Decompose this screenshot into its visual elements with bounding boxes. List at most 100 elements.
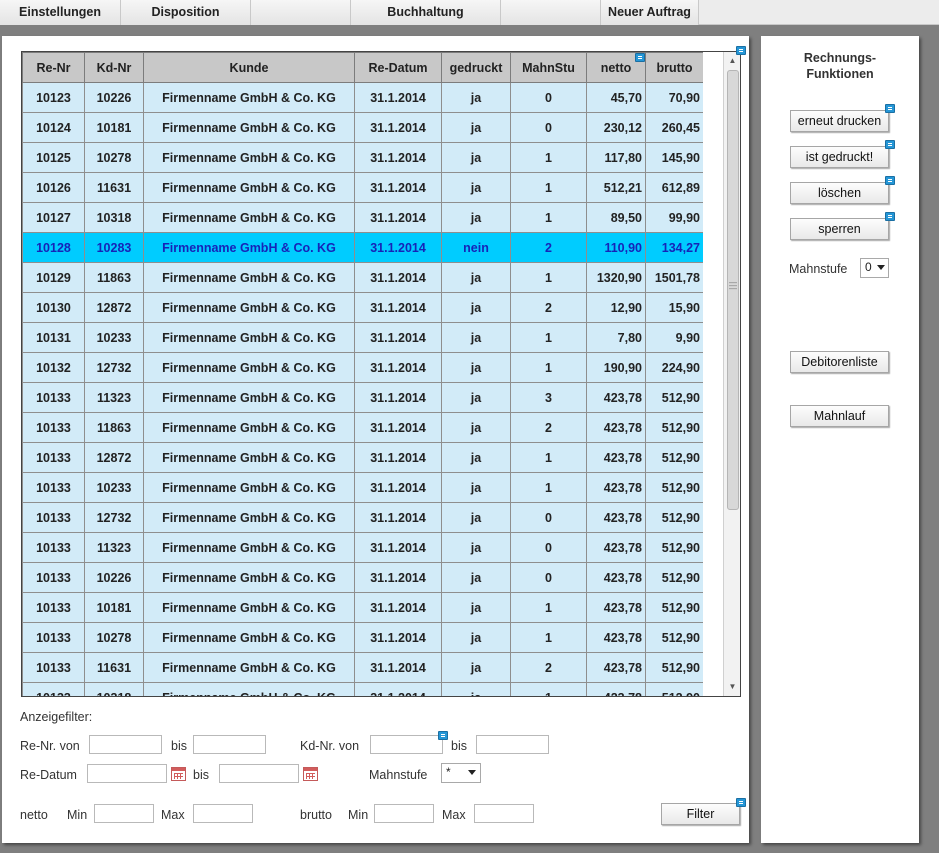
- table-row[interactable]: 10127 10318 Firmenname GmbH & Co. KG 31.1.2…: [22, 202, 703, 233]
- table-row[interactable]: 10133 11323 Firmenname GmbH & Co. KG 31.1.2…: [22, 532, 703, 563]
- cell-re-nr: 10127: [22, 202, 85, 233]
- cell-re-nr: 10133: [22, 652, 85, 683]
- note-icon[interactable]: [736, 46, 746, 55]
- cell-kd-nr: 11863: [84, 412, 144, 443]
- header-kd-nr[interactable]: Kd-Nr: [84, 52, 144, 83]
- table-row[interactable]: 10129 11863 Firmenname GmbH & Co. KG 31.1.2…: [22, 262, 703, 293]
- scroll-thumb[interactable]: — — —: [727, 70, 739, 510]
- cell-kd-nr: 10233: [84, 322, 144, 353]
- table-row[interactable]: 10133 11863 Firmenname GmbH & Co. KG 31.1.2…: [22, 412, 703, 443]
- scroll-down-icon[interactable]: ▼: [724, 680, 740, 694]
- cell-kd-nr: 10283: [84, 232, 144, 263]
- scroll-grip-icon: — — —: [729, 278, 737, 293]
- menu-empty-1[interactable]: [251, 0, 351, 25]
- note-icon[interactable]: [885, 140, 895, 149]
- header-kunde[interactable]: Kunde: [143, 52, 355, 83]
- cell-re-nr: 10133: [22, 412, 85, 443]
- table-row[interactable]: 10133 11631 Firmenname GmbH & Co. KG 31.1.2…: [22, 652, 703, 683]
- lock-button[interactable]: sperren: [790, 218, 889, 240]
- cell-netto: 230,12: [586, 112, 646, 143]
- table-row[interactable]: 10133 10226 Firmenname GmbH & Co. KG 31.1.2…: [22, 562, 703, 593]
- header-re-datum[interactable]: Re-Datum: [354, 52, 442, 83]
- cell-kd-nr: 12732: [84, 502, 144, 533]
- scroll-up-icon[interactable]: ▲: [724, 54, 740, 68]
- redatum-from-input[interactable]: [87, 764, 167, 783]
- table-row[interactable]: 10131 10233 Firmenname GmbH & Co. KG 31.1.2…: [22, 322, 703, 353]
- table-header-row: Re-Nr Kd-Nr Kunde Re-Datum gedruckt Mahn…: [22, 52, 703, 83]
- cell-kd-nr: 10278: [84, 142, 144, 173]
- brutto-max-input[interactable]: [474, 804, 534, 823]
- table-row[interactable]: 10133 10278 Firmenname GmbH & Co. KG 31.1.2…: [22, 622, 703, 653]
- renr-from-input[interactable]: [89, 735, 162, 754]
- brutto-min-input[interactable]: [374, 804, 434, 823]
- debtors-list-button[interactable]: Debitorenliste: [790, 351, 889, 373]
- delete-button[interactable]: löschen: [790, 182, 889, 204]
- menu-einstellungen[interactable]: Einstellungen: [0, 0, 121, 25]
- cell-kd-nr: 11323: [84, 532, 144, 563]
- menu-empty-2[interactable]: [501, 0, 601, 25]
- brutto-min-label: Min: [348, 808, 369, 822]
- table-row[interactable]: 10123 10226 Firmenname GmbH & Co. KG 31.1.2…: [22, 82, 703, 113]
- cell-brutto: 224,90: [645, 352, 703, 383]
- cell-mahnstufe: 2: [510, 652, 587, 683]
- cell-netto: 512,21: [586, 172, 646, 203]
- menu-neuer-auftrag[interactable]: Neuer Auftrag: [601, 0, 699, 25]
- cell-re-datum: 31.1.2014: [354, 652, 442, 683]
- dunning-run-button[interactable]: Mahnlauf: [790, 405, 889, 427]
- header-mahnstufe[interactable]: MahnStu: [510, 52, 587, 83]
- table-row[interactable]: 1013310318Firmenname GmbH & Co. KG31.1.2…: [22, 682, 703, 696]
- header-gedruckt[interactable]: gedruckt: [441, 52, 511, 83]
- note-icon[interactable]: [885, 104, 895, 113]
- cell-kunde: Firmenname GmbH & Co. KG: [143, 352, 355, 383]
- table-row[interactable]: 10130 12872 Firmenname GmbH & Co. KG 31.1.2…: [22, 292, 703, 323]
- brutto-label: brutto: [300, 808, 332, 822]
- table-row[interactable]: 10133 10181 Firmenname GmbH & Co. KG 31.1.2…: [22, 592, 703, 623]
- renr-to-input[interactable]: [193, 735, 266, 754]
- note-icon[interactable]: [885, 176, 895, 185]
- table-row[interactable]: 10133 11323 Firmenname GmbH & Co. KG 31.1.2…: [22, 382, 703, 413]
- netto-max-input[interactable]: [193, 804, 253, 823]
- table-scrollbar[interactable]: ▲ — — — ▼: [723, 52, 740, 696]
- cell-mahnstufe: 1: [510, 472, 587, 503]
- cell-re-datum: 31.1.2014: [354, 82, 442, 113]
- menu-buchhaltung[interactable]: Buchhaltung: [351, 0, 501, 25]
- cell-gedruckt: ja: [441, 262, 511, 293]
- kdnr-to-input[interactable]: [476, 735, 549, 754]
- renr-to-label: bis: [171, 739, 187, 753]
- calendar-icon[interactable]: [303, 767, 318, 781]
- cell-kunde: Firmenname GmbH & Co. KG: [143, 292, 355, 323]
- cell-brutto: 15,90: [645, 292, 703, 323]
- cell-kd-nr: 10226: [84, 82, 144, 113]
- mahnstufe-filter-select[interactable]: *: [441, 763, 481, 783]
- table-row[interactable]: 10133 12872 Firmenname GmbH & Co. KG 31.1.2…: [22, 442, 703, 473]
- table-row[interactable]: 10132 12732 Firmenname GmbH & Co. KG 31.1.2…: [22, 352, 703, 383]
- redatum-to-input[interactable]: [219, 764, 299, 783]
- menu-disposition[interactable]: Disposition: [121, 0, 251, 25]
- table-row[interactable]: 10126 11631 Firmenname GmbH & Co. KG 31.1.2…: [22, 172, 703, 203]
- note-icon[interactable]: [635, 53, 645, 62]
- cell-kunde: Firmenname GmbH & Co. KG: [143, 142, 355, 173]
- table-row[interactable]: 10133 10233 Firmenname GmbH & Co. KG 31.1.2…: [22, 472, 703, 503]
- cell-netto: 423,78: [586, 652, 646, 683]
- cell-re-datum: 31.1.2014: [354, 562, 442, 593]
- filter-title: Anzeigefilter:: [20, 710, 93, 724]
- calendar-icon[interactable]: [171, 767, 186, 781]
- table-row[interactable]: 10124 10181 Firmenname GmbH & Co. KG 31.1.2…: [22, 112, 703, 143]
- mark-printed-button[interactable]: ist gedruckt!: [790, 146, 889, 168]
- kdnr-from-input[interactable]: [370, 735, 443, 754]
- note-icon[interactable]: [736, 798, 746, 807]
- table-row[interactable]: 10128 10283 Firmenname GmbH & Co. KG 31.1.2…: [22, 232, 703, 263]
- mahnstufe-select[interactable]: 0: [860, 258, 889, 278]
- netto-min-input[interactable]: [94, 804, 154, 823]
- note-icon[interactable]: [885, 212, 895, 221]
- table-row[interactable]: 10125 10278 Firmenname GmbH & Co. KG 31.1.2…: [22, 142, 703, 173]
- filter-button[interactable]: Filter: [661, 803, 740, 825]
- note-icon[interactable]: [438, 731, 448, 740]
- header-re-nr[interactable]: Re-Nr: [22, 52, 85, 83]
- header-brutto[interactable]: brutto: [645, 52, 703, 83]
- cell-mahnstufe: 2: [510, 232, 587, 263]
- kdnr-to-label: bis: [451, 739, 467, 753]
- cell-re-nr: 10133: [22, 532, 85, 563]
- table-row[interactable]: 10133 12732 Firmenname GmbH & Co. KG 31.1.2…: [22, 502, 703, 533]
- reprint-button[interactable]: erneut drucken: [790, 110, 889, 132]
